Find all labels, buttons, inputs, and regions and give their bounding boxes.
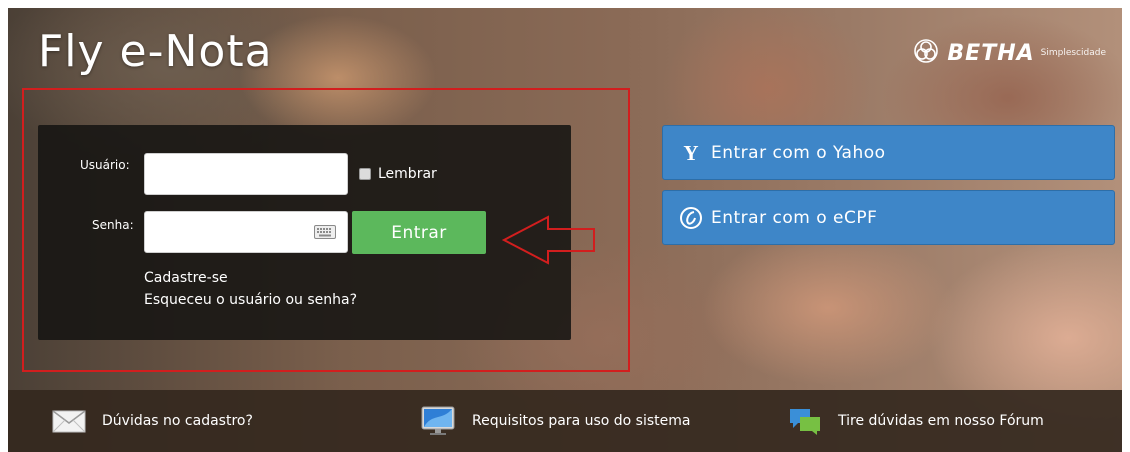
- monitor-icon: [420, 405, 456, 437]
- footer-label: Tire dúvidas em nosso Fórum: [838, 413, 1044, 429]
- username-field[interactable]: [144, 153, 348, 195]
- yahoo-icon: Y: [671, 142, 711, 164]
- footer-link-forum[interactable]: Tire dúvidas em nosso Fórum: [788, 390, 1044, 452]
- betha-logo-icon: [913, 38, 939, 68]
- remember-checkbox[interactable]: [359, 168, 371, 180]
- brand-name: BETHA: [947, 40, 1035, 66]
- footer-link-requisitos[interactable]: Requisitos para uso do sistema: [420, 390, 690, 452]
- ecpf-login-button[interactable]: Entrar com o eCPF: [662, 190, 1115, 245]
- password-label: Senha:: [92, 218, 134, 232]
- chat-icon: [788, 406, 822, 436]
- footer-label: Dúvidas no cadastro?: [102, 413, 253, 429]
- yahoo-login-label: Entrar com o Yahoo: [711, 142, 886, 163]
- signup-link[interactable]: Cadastre-se: [144, 270, 228, 286]
- brand-tagline: Simplescidade: [1040, 48, 1106, 58]
- ecpf-icon: [671, 206, 711, 230]
- svg-text:Y: Y: [683, 142, 698, 164]
- footer-label: Requisitos para uso do sistema: [472, 413, 691, 429]
- login-page-background: Fly e-Nota BETHA Simplescidade Usuário: …: [8, 8, 1122, 452]
- footer-link-cadastro[interactable]: Dúvidas no cadastro?: [52, 390, 253, 452]
- mail-icon: [52, 409, 86, 433]
- yahoo-login-button[interactable]: Y Entrar com o Yahoo: [662, 125, 1115, 180]
- keyboard-icon[interactable]: [314, 224, 336, 243]
- red-arrow-annotation: [502, 215, 595, 265]
- ecpf-login-label: Entrar com o eCPF: [711, 207, 878, 228]
- username-label: Usuário:: [80, 158, 130, 172]
- footer-bar: Dúvidas no cadastro? Requisitos para uso…: [8, 390, 1122, 452]
- app-title: Fly e-Nota: [38, 26, 273, 77]
- remember-label: Lembrar: [378, 166, 437, 182]
- login-button[interactable]: Entrar: [352, 211, 486, 254]
- login-panel: Usuário: Lembrar Senha: Entrar Cadastre-…: [38, 125, 571, 340]
- forgot-password-link[interactable]: Esqueceu o usuário ou senha?: [144, 292, 357, 308]
- betha-brand: BETHA Simplescidade: [913, 38, 1106, 68]
